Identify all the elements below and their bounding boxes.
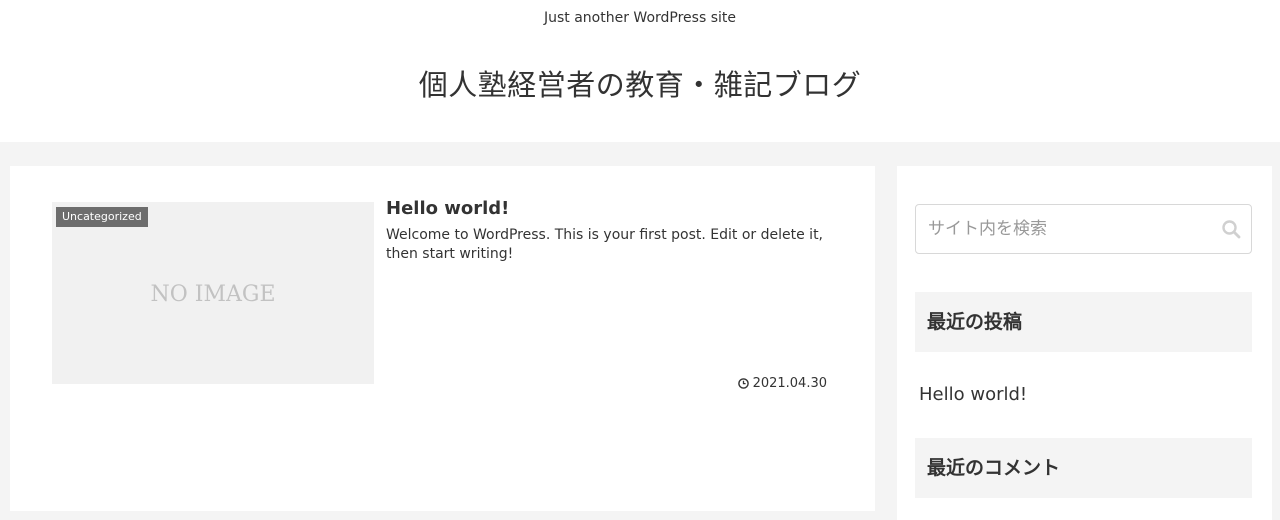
recent-comments-title: 最近のコメント — [915, 438, 1252, 498]
clock-icon — [737, 378, 749, 389]
site-title[interactable]: 個人塾経営者の教育・雑記ブログ — [0, 62, 1280, 104]
site-tagline: Just another WordPress site — [543, 10, 736, 26]
post-date: 2021.04.30 — [737, 376, 827, 391]
search-icon — [1222, 220, 1241, 239]
recent-post-link[interactable]: Hello world! — [919, 384, 1027, 405]
search-button[interactable] — [1219, 217, 1243, 241]
site-header: Just another WordPress site 個人塾経営者の教育・雑記… — [0, 0, 1280, 142]
main-content: NO IMAGE Uncategorized Hello world! Welc… — [10, 166, 875, 511]
no-image-placeholder: NO IMAGE — [150, 282, 276, 307]
category-badge: Uncategorized — [56, 207, 148, 227]
post-date-text: 2021.04.30 — [752, 376, 827, 391]
sidebar: 最近の投稿 Hello world! 最近のコメント — [897, 166, 1272, 520]
recent-posts-title: 最近の投稿 — [915, 292, 1252, 352]
post-excerpt: Welcome to WordPress. This is your first… — [386, 227, 824, 262]
search-input[interactable] — [916, 205, 1206, 253]
search-box — [915, 204, 1252, 254]
post-title[interactable]: Hello world! — [386, 198, 509, 219]
post-thumbnail[interactable]: NO IMAGE Uncategorized — [52, 202, 374, 384]
